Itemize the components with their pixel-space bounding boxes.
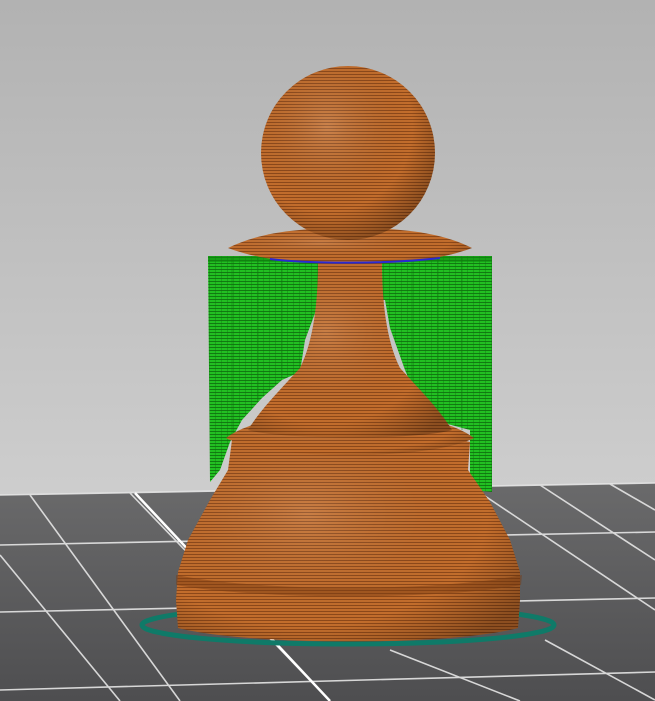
3d-viewport[interactable] <box>0 0 655 701</box>
gcode-preview-canvas[interactable] <box>0 0 655 701</box>
